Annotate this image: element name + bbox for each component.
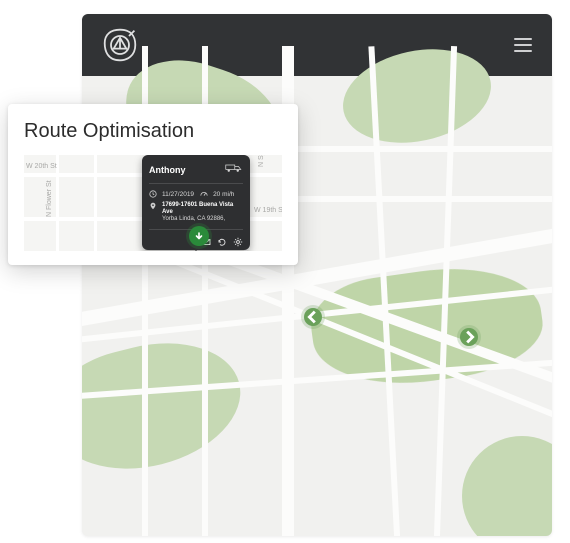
tooltip-speed: 20 mi/h [213,191,234,198]
panel-title: Route Optimisation [24,120,282,143]
route-optimisation-panel: Route Optimisation W 20th St W 19th St N… [8,104,298,265]
arrow-right-icon [460,328,478,346]
map-marker-b[interactable] [460,328,478,346]
street-label: W 19th St [254,207,282,214]
gauge-icon [200,190,208,198]
tooltip-address: 17699-17601 Buena Vista Ave Yorba Linda,… [162,202,243,224]
arrow-down-icon [194,231,204,241]
truck-icon [225,161,243,179]
clock-icon [149,190,157,198]
arrow-left-icon [304,308,322,326]
app-window [82,14,552,536]
refresh-icon[interactable] [217,234,227,244]
location-pin-icon [149,202,157,210]
street-label: W 20th St [26,163,57,170]
panel-minimap[interactable]: W 20th St W 19th St N Flower St N Sycamo… [24,155,282,251]
tooltip-driver-name: Anthony [149,165,186,175]
menu-button[interactable] [514,38,532,52]
map-marker-a[interactable] [304,308,322,326]
selected-vehicle-marker[interactable] [189,226,209,246]
logo-leaf-icon [102,27,138,63]
street-label: N Sycamore [258,155,265,167]
street-label: N Flower St [46,180,53,217]
tooltip-date: 11/27/2019 [162,191,194,198]
app-logo [102,27,138,63]
gear-icon[interactable] [233,234,243,244]
